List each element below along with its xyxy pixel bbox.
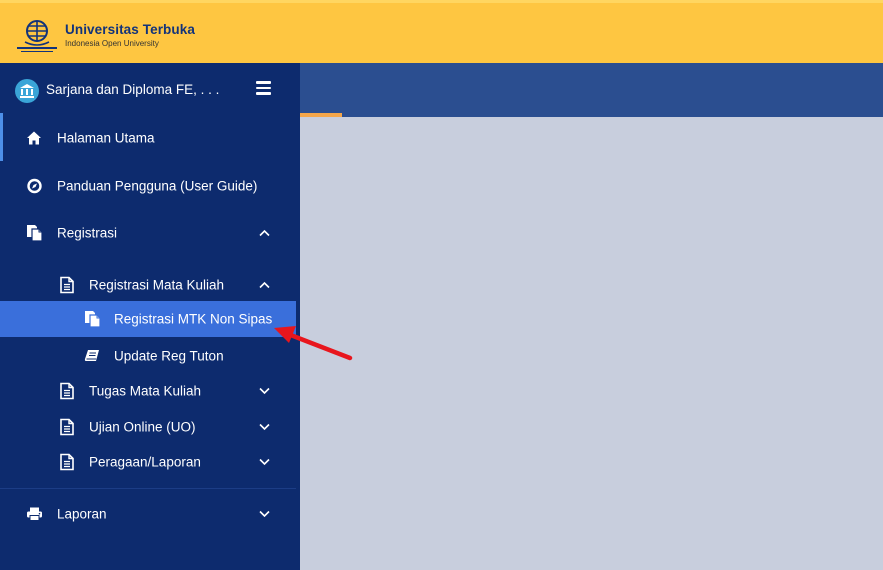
sidebar-item-label: Peragaan/Laporan — [89, 454, 201, 470]
content-header — [300, 63, 883, 117]
sidebar-item-label: Tugas Mata Kuliah — [89, 383, 202, 399]
sidebar-item-registrasi-mtk-non-sipas[interactable]: Registrasi MTK Non Sipas — [0, 301, 296, 337]
copy-icon — [85, 311, 101, 328]
chevron-down-icon[interactable] — [259, 510, 270, 518]
sidebar-item-label: Laporan — [57, 506, 107, 522]
brand-title: Universitas Terbuka — [65, 22, 195, 37]
active-tab-indicator — [300, 113, 342, 117]
sidebar-item-label: Halaman Utama — [57, 130, 155, 146]
chevron-up-icon[interactable] — [259, 281, 270, 289]
sidebar-item-update-reg-tuton[interactable]: Update Reg Tuton — [0, 338, 296, 374]
sidebar-header: Sarjana dan Diploma FE, . . . — [0, 63, 300, 115]
chevron-down-icon[interactable] — [259, 458, 270, 466]
sidebar-item-halaman-utama[interactable]: Halaman Utama — [0, 120, 296, 156]
sidebar-item-tugas-mata-kuliah[interactable]: Tugas Mata Kuliah — [0, 373, 296, 409]
top-bar: Universitas Terbuka Indonesia Open Unive… — [0, 0, 883, 63]
file-text-icon — [60, 382, 74, 400]
copy-icon — [27, 225, 43, 242]
sidebar-item-label: Registrasi MTK Non Sipas — [114, 311, 273, 327]
compass-icon — [27, 178, 42, 194]
sidebar-item-label: Update Reg Tuton — [114, 348, 224, 364]
file-text-icon — [60, 453, 74, 471]
print-icon — [27, 507, 42, 521]
sidebar-item-registrasi[interactable]: Registrasi — [0, 215, 296, 251]
sidebar-divider — [0, 488, 296, 489]
sidebar-item-label: Registrasi — [57, 225, 118, 241]
chevron-down-icon[interactable] — [259, 387, 270, 395]
ut-logo-icon[interactable] — [15, 18, 59, 54]
chevron-down-icon[interactable] — [259, 423, 270, 431]
sidebar-title[interactable]: Sarjana dan Diploma FE, . . . — [46, 82, 219, 97]
sidebar-item-laporan[interactable]: Laporan — [0, 496, 296, 532]
bank-icon — [15, 79, 39, 103]
sidebar-item-registrasi-mata-kuliah[interactable]: Registrasi Mata Kuliah — [0, 267, 296, 303]
hamburger-icon[interactable] — [256, 81, 272, 95]
sidebar: Sarjana dan Diploma FE, . . . Halaman Ut… — [0, 63, 300, 570]
sidebar-item-label: Panduan Pengguna (User Guide) — [57, 178, 258, 194]
chevron-up-icon[interactable] — [259, 229, 270, 237]
sidebar-item-ujian-online[interactable]: Ujian Online (UO) — [0, 409, 296, 445]
book-icon — [84, 350, 99, 361]
sidebar-item-label: Registrasi Mata Kuliah — [89, 277, 225, 293]
brand-subtitle: Indonesia Open University — [65, 39, 159, 48]
file-text-icon — [60, 276, 74, 294]
sidebar-item-panduan[interactable]: Panduan Pengguna (User Guide) — [0, 168, 296, 204]
sidebar-item-label: Ujian Online (UO) — [89, 419, 196, 435]
sidebar-item-peragaan-laporan[interactable]: Peragaan/Laporan — [0, 444, 296, 480]
arrow-annotation-icon — [274, 326, 353, 361]
home-icon — [27, 131, 41, 145]
file-text-icon — [60, 418, 74, 436]
